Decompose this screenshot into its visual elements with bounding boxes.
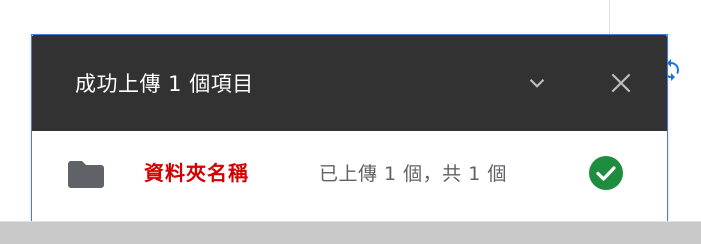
check-circle-icon [589, 156, 623, 190]
folder-icon [68, 161, 104, 188]
collapse-button[interactable] [522, 68, 552, 98]
background-divider [609, 0, 610, 36]
upload-panel-header: 成功上傳 1 個項目 [32, 35, 667, 131]
upload-progress-panel: 成功上傳 1 個項目 資料夾名稱 已上傳 1 個，共 1 個 [31, 34, 668, 221]
chevron-down-icon [529, 78, 545, 88]
item-name[interactable]: 資料夾名稱 [144, 161, 249, 185]
window-bottom-bar [0, 221, 701, 244]
upload-panel-title: 成功上傳 1 個項目 [75, 72, 254, 96]
close-icon [611, 73, 631, 93]
item-status-text: 已上傳 1 個，共 1 個 [319, 163, 507, 185]
close-button[interactable] [606, 68, 636, 98]
upload-item-row[interactable]: 資料夾名稱 已上傳 1 個，共 1 個 [32, 131, 667, 221]
